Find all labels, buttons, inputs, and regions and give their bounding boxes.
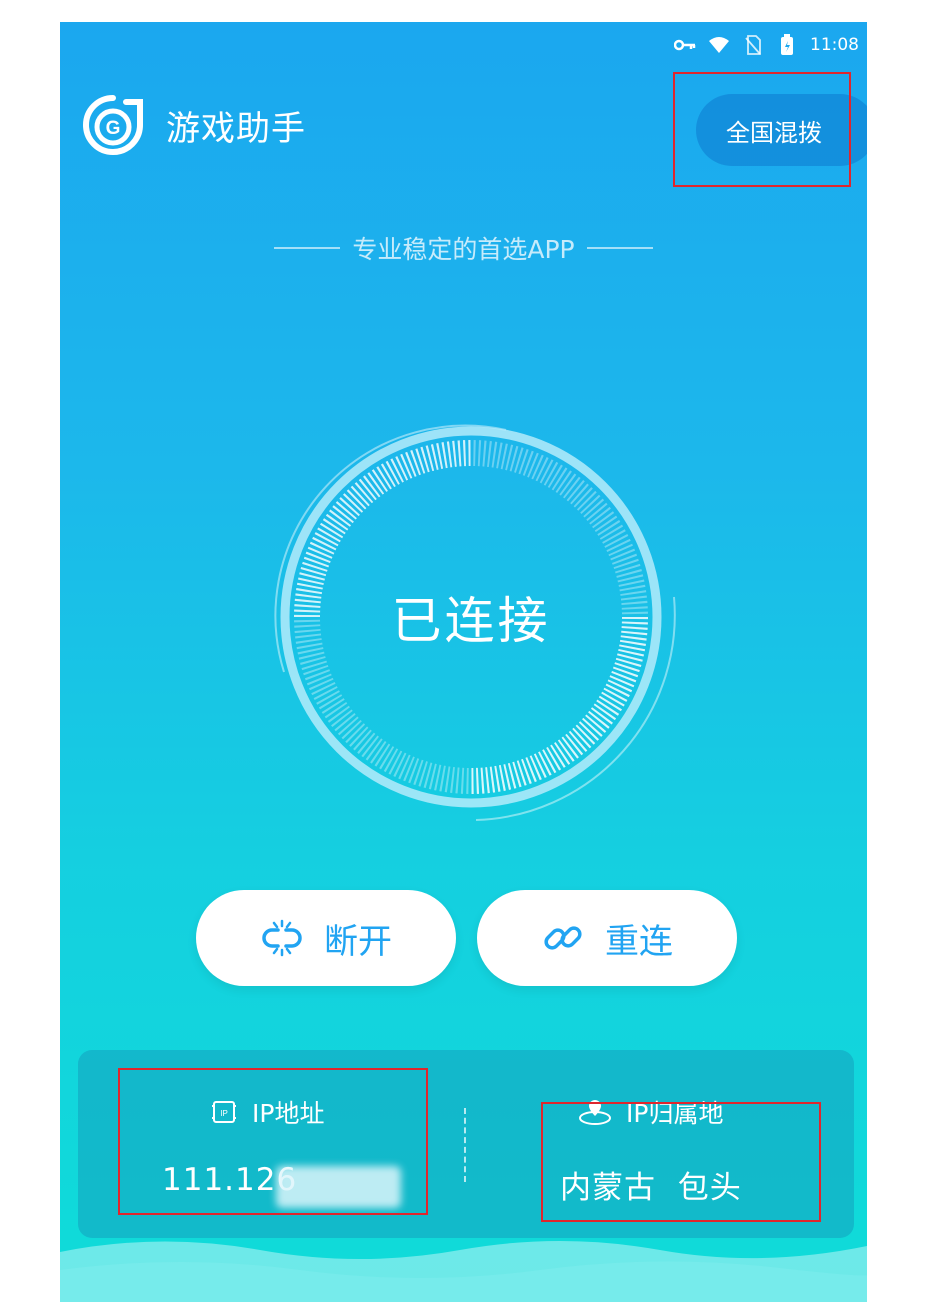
broken-link-icon: [262, 919, 302, 957]
reconnect-button[interactable]: 重连: [477, 890, 737, 986]
tagline-line-left: [274, 247, 341, 249]
highlight-box-region: [673, 72, 851, 187]
status-time: 11:08: [810, 35, 859, 55]
no-sim-icon: [742, 34, 764, 56]
bottom-wave: [60, 1241, 867, 1302]
app-header: G 游戏助手: [82, 94, 306, 156]
status-bar: 11:08: [674, 32, 859, 58]
key-icon: [674, 34, 696, 56]
g-shield-logo: G: [83, 95, 143, 155]
battery-icon: [776, 34, 798, 56]
tagline: 专业稳定的首选APP: [60, 230, 867, 266]
phone-screen: 11:08 G 游戏助手 全国混拨 专业稳定的首选APP 已连接 断开 重连 I…: [60, 22, 867, 1302]
reconnect-label: 重连: [605, 921, 673, 962]
connection-status: 已连接: [391, 592, 551, 650]
disconnect-label: 断开: [324, 921, 392, 962]
app-title: 游戏助手: [166, 108, 306, 149]
tagline-text: 专业稳定的首选APP: [352, 235, 575, 264]
tagline-line-right: [586, 247, 653, 249]
disconnect-button[interactable]: 断开: [196, 890, 456, 986]
wifi-icon: [708, 34, 730, 56]
highlight-box-location: [541, 1102, 821, 1222]
svg-text:G: G: [106, 118, 121, 139]
highlight-box-ip: [118, 1068, 428, 1215]
link-icon: [544, 926, 582, 950]
